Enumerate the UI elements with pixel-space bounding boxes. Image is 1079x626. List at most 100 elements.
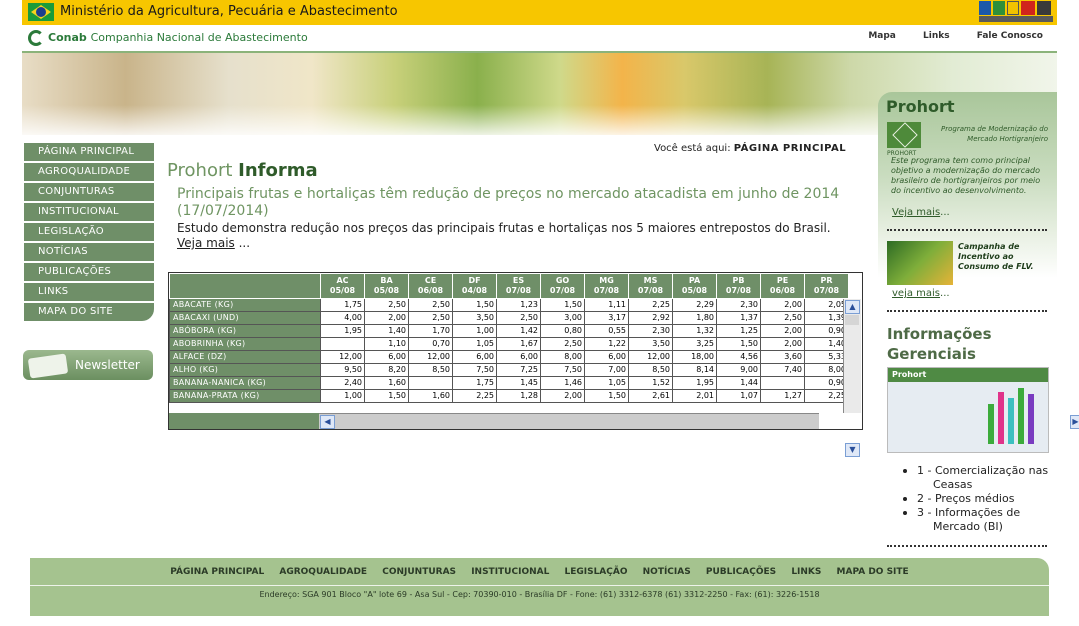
footer-link-publicacoes[interactable]: PUBLICAÇÕES [706,567,776,577]
price-cell: 1,07 [716,389,761,403]
price-cell: 2,50 [496,311,541,325]
info-item-1[interactable]: 1 - Comercialização nas Ceasas [903,464,1055,492]
table-row: ABOBRINHA (KG) 1,10 0,70 1,05 1,67 2,50 1,22 3,… [169,337,849,351]
price-cell: 2,30 [628,324,673,338]
price-cell: 7,40 [760,363,805,377]
footer-link-noticias[interactable]: NOTÍCIAS [643,567,691,577]
table-vertical-scrollbar[interactable]: ▲ [843,299,861,413]
menu-item-links[interactable]: LINKS [24,283,154,301]
scroll-up-icon[interactable]: ▲ [845,300,860,314]
price-cell: 2,50 [364,298,409,312]
price-cell: 2,25 [628,298,673,312]
price-cell: 1,52 [628,376,673,390]
brasil-logo[interactable] [979,1,1053,23]
prohort-logo-icon[interactable] [887,122,921,148]
column-header: CE 06/08 [408,273,453,299]
price-cell: 2,25 [452,389,497,403]
campaign-image[interactable] [887,241,953,285]
footer-link-agroqualidade[interactable]: AGROQUALIDADE [279,567,367,577]
news-more-link[interactable]: Veja mais [177,236,235,250]
price-cell: 2,01 [672,389,717,403]
menu-item-pagina-principal[interactable]: PÁGINA PRINCIPAL [24,143,154,161]
price-cell: 1,60 [364,376,409,390]
price-cell: 18,00 [672,350,717,364]
price-cell: 2,50 [408,311,453,325]
price-cell: 1,95 [320,324,365,338]
price-cell: 1,37 [716,311,761,325]
price-cell: 3,50 [452,311,497,325]
price-cell: 2,50 [760,311,805,325]
info-thumbnail[interactable]: Prohort [887,367,1049,453]
info-title: Informações Gerenciais [887,325,992,363]
ministry-title[interactable]: Ministério da Agricultura, Pecuária e Ab… [60,4,398,19]
price-cell: 12,00 [408,350,453,364]
price-cell [408,376,453,390]
price-cell: 0,70 [408,337,453,351]
product-cell: ALHO (KG) [169,363,321,377]
price-cell: 2,00 [760,324,805,338]
site-name[interactable]: Conab Companhia Nacional de Abasteciment… [48,31,308,44]
menu-item-legislacao[interactable]: LEGISLAÇÃO [24,223,154,241]
scroll-down-icon[interactable]: ▼ [845,443,860,457]
price-cell: 6,00 [452,350,497,364]
divider [887,310,1047,312]
price-cell: 0,55 [584,324,629,338]
footer-link-links[interactable]: LINKS [791,567,821,577]
price-cell: 2,00 [364,311,409,325]
price-cell: 6,00 [584,350,629,364]
top-link-mapa[interactable]: Mapa [868,31,896,41]
price-cell: 1,23 [496,298,541,312]
product-cell: ABACAXI (UND) [169,311,321,325]
info-item-3[interactable]: 3 - Informações de Mercado (BI) [903,506,1055,534]
campaign-text[interactable]: Campanha de Incentivo ao Consumo de FLV. [958,242,1056,272]
product-cell: ABÓBORA (KG) [169,324,321,338]
top-link-links[interactable]: Links [923,31,950,41]
footer-link-legislacao[interactable]: LEGISLAÇÃO [564,567,627,577]
product-cell: ALFACE (DZ) [169,350,321,364]
price-cell: 2,00 [760,298,805,312]
price-cell [320,337,365,351]
price-cell: 2,40 [320,376,365,390]
price-cell: 1,05 [452,337,497,351]
menu-item-publicacoes[interactable]: PUBLICAÇÕES [24,263,154,281]
page-right-arrow-icon[interactable]: ▶ [1070,415,1079,429]
menu-item-institucional[interactable]: INSTITUCIONAL [24,203,154,221]
side-menu: PÁGINA PRINCIPAL AGROQUALIDADE CONJUNTUR… [24,143,154,323]
price-cell: 1,80 [672,311,717,325]
footer-link-pagina-principal[interactable]: PÁGINA PRINCIPAL [170,567,264,577]
price-cell: 0,90 [804,324,849,338]
footer-link-institucional[interactable]: INSTITUCIONAL [471,567,549,577]
price-cell: 2,30 [716,298,761,312]
scroll-left-icon[interactable]: ◀ [320,415,335,429]
menu-item-agroqualidade[interactable]: AGROQUALIDADE [24,163,154,181]
product-cell: BANANA-NANICA (KG) [169,376,321,390]
price-cell: 2,50 [408,298,453,312]
menu-item-conjunturas[interactable]: CONJUNTURAS [24,183,154,201]
prohort-title: Prohort [886,97,955,116]
footer-link-conjunturas[interactable]: CONJUNTURAS [382,567,456,577]
price-cell: 2,92 [628,311,673,325]
footer-link-mapa-do-site[interactable]: MAPA DO SITE [837,567,909,577]
price-cell: 1,70 [408,324,453,338]
campaign-more-link[interactable]: veja mais [892,288,940,299]
menu-item-mapa-do-site[interactable]: MAPA DO SITE [24,303,154,321]
info-item-2[interactable]: 2 - Preços médios [903,492,1055,506]
top-link-fale-conosco[interactable]: Fale Conosco [977,31,1043,41]
price-cell: 3,17 [584,311,629,325]
conab-logo-icon[interactable] [28,30,44,46]
breadcrumb: Você está aqui: PÁGINA PRINCIPAL [654,143,847,154]
price-cell: 1,00 [320,389,365,403]
price-cell: 1,10 [364,337,409,351]
column-header: PR 07/08 [804,273,849,299]
scroll-thumb[interactable] [845,315,859,325]
table-horizontal-scrollbar[interactable]: ◀ [319,413,819,429]
footer-divider [30,585,1049,586]
price-cell: 2,05 [804,298,849,312]
price-cell: 5,33 [804,350,849,364]
menu-item-noticias[interactable]: NOTÍCIAS [24,243,154,261]
price-cell: 4,00 [320,311,365,325]
program-more-link[interactable]: Veja mais [892,207,940,218]
news-headline[interactable]: Principais frutas e hortaliças têm reduç… [177,186,857,220]
price-cell: 3,25 [672,337,717,351]
newsletter-button[interactable]: Newsletter [23,350,153,380]
